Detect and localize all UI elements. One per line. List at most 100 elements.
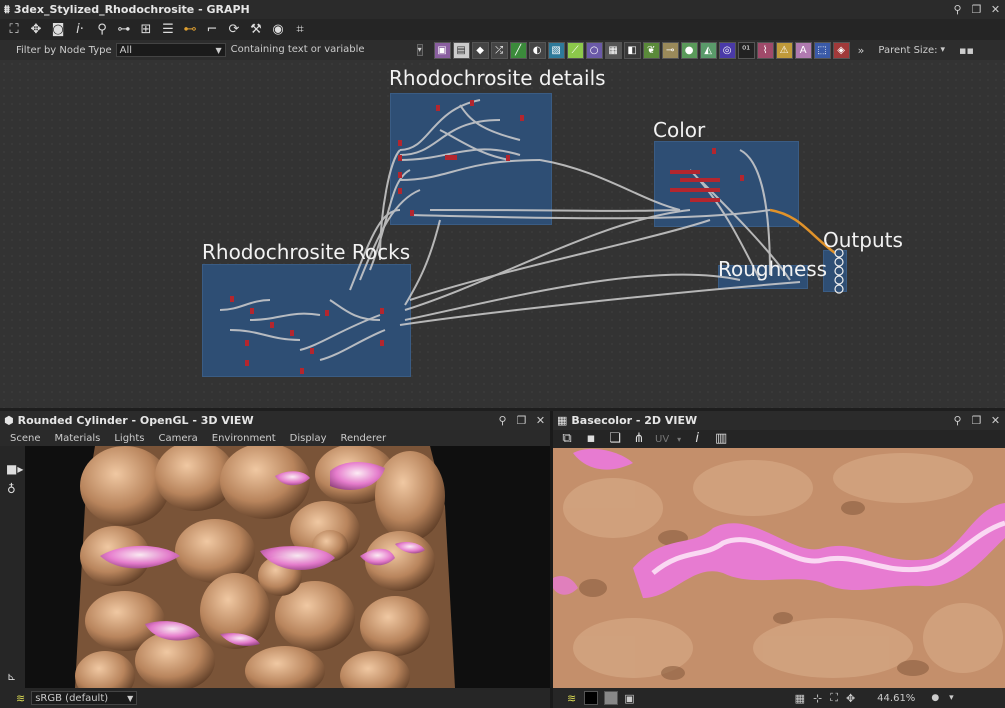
frame-title-roughness[interactable]: Roughness — [718, 257, 827, 281]
histogram-icon[interactable]: ◭ — [699, 41, 717, 59]
fill-icon[interactable]: ◈ — [832, 41, 850, 59]
tile-icon[interactable]: ⌇ — [756, 41, 774, 59]
view2d-titlebar: ▦ Basecolor - 2D VIEW ⚲ ❐ ✕ — [553, 411, 1005, 430]
cube-icon[interactable]: ◧ — [623, 41, 641, 59]
settings-icon[interactable]: ● — [931, 693, 939, 703]
colorspace-dropdown[interactable]: sRGB (default) ▼ — [31, 691, 138, 705]
close-icon[interactable]: ✕ — [990, 415, 1001, 426]
close-icon[interactable]: ✕ — [535, 415, 546, 426]
levels-icon[interactable]: ▧ — [547, 41, 565, 59]
frame-title-details[interactable]: Rhodochrosite details — [389, 66, 606, 90]
maximize-icon[interactable]: ❐ — [971, 4, 982, 15]
menu-lights[interactable]: Lights — [114, 433, 144, 444]
pan-icon[interactable]: ✥ — [28, 22, 44, 38]
fit-view-icon[interactable]: ⛶ — [830, 691, 838, 705]
svg-icon[interactable]: ▤ — [452, 41, 470, 59]
link-icon[interactable]: ⊶ — [116, 22, 132, 38]
graph-toolbar: ⛶ ✥ ◙ i· ⚲ ⊶ ⊞ ☰ ⊷ ⌐ ⟳ ⚒ ◉ ⌗ — [0, 19, 1005, 40]
close-icon[interactable]: ✕ — [990, 4, 1001, 15]
filter-label: Filter by Node Type — [16, 44, 112, 56]
parent-size-label: Parent Size: — [878, 44, 938, 56]
grid-icon[interactable]: ▦ — [795, 692, 805, 705]
menu-display[interactable]: Display — [290, 433, 327, 444]
crop-icon[interactable]: ⌗ — [292, 22, 308, 38]
pin-icon[interactable]: ⚲ — [497, 415, 508, 426]
chevron-down-icon[interactable]: ▾ — [416, 44, 423, 56]
warning-icon[interactable]: ⚠ — [775, 41, 793, 59]
pan-icon[interactable]: ✥ — [846, 692, 855, 705]
menu-camera[interactable]: Camera — [159, 433, 198, 444]
viewport-2d[interactable] — [553, 448, 1005, 688]
layout-icon[interactable]: ▪▪ — [959, 44, 974, 57]
menu-renderer[interactable]: Renderer — [341, 433, 387, 444]
pixel-ratio-icon[interactable]: ⊹ — [813, 692, 822, 705]
binary-icon[interactable]: ⁰¹ — [737, 41, 755, 59]
histogram-icon[interactable]: ▥ — [713, 431, 729, 447]
chevron-down-icon: ▼ — [215, 46, 222, 55]
menu-materials[interactable]: Materials — [55, 433, 101, 444]
warp-icon[interactable]: ❦ — [642, 41, 660, 59]
graph-title: 3dex_Stylized_Rhodochrosite - GRAPH — [13, 3, 250, 16]
pin-icon[interactable]: ⚲ — [952, 4, 963, 15]
curve-icon[interactable]: ╱ — [509, 41, 527, 59]
chevron-down-icon[interactable]: ▾ — [949, 693, 954, 703]
gradient-icon[interactable]: ⟋ — [566, 41, 584, 59]
viewport-3d[interactable] — [25, 446, 550, 688]
frame-title-color[interactable]: Color — [653, 118, 705, 142]
maximize-icon[interactable]: ❐ — [516, 415, 527, 426]
refresh-icon[interactable]: ⟳ — [226, 22, 242, 38]
axis-icon[interactable]: ⊾ — [7, 670, 16, 683]
chevron-down-icon[interactable]: ▾ — [940, 45, 945, 55]
route-icon[interactable]: ⌐ — [204, 22, 220, 38]
video-camera-icon[interactable]: ■▸ — [6, 462, 23, 476]
sphere-icon[interactable]: ● — [680, 41, 698, 59]
search-icon[interactable]: ⚲ — [94, 22, 110, 38]
search-input[interactable]: Containing text or variable ▾ — [227, 43, 426, 57]
info-icon[interactable]: i· — [72, 22, 88, 38]
duplicate-icon[interactable]: ❏ — [607, 431, 623, 447]
image-icon: ▦ — [557, 414, 568, 427]
circle-icon[interactable]: ○ — [585, 41, 603, 59]
pin-icon[interactable]: ⚲ — [952, 415, 963, 426]
hue-icon[interactable]: ◎ — [718, 41, 736, 59]
bitmap-icon[interactable]: ▣ — [433, 41, 451, 59]
blend-icon[interactable]: ◐ — [528, 41, 546, 59]
info-icon[interactable]: i — [689, 431, 705, 447]
transform-icon[interactable]: ⬚ — [813, 41, 831, 59]
snapshot-icon[interactable]: ◉ — [270, 22, 286, 38]
chevron-down-icon[interactable]: ▾ — [677, 435, 681, 444]
channels-icon[interactable]: ▣ — [624, 692, 634, 705]
frame-title-rocks[interactable]: Rhodochrosite Rocks — [202, 240, 410, 264]
uv-toggle[interactable]: UV — [655, 434, 669, 445]
layers-icon[interactable]: ≋ — [16, 692, 25, 705]
shuffle-icon[interactable]: ⤮ — [490, 41, 508, 59]
text-icon[interactable]: A — [794, 41, 812, 59]
zoom-level[interactable]: 44.61% — [877, 693, 915, 704]
layers-icon[interactable]: ≋ — [567, 692, 576, 705]
connect-icon[interactable]: ⊷ — [182, 22, 198, 38]
list-icon[interactable]: ☰ — [160, 22, 176, 38]
node-icon[interactable]: ⊸ — [661, 41, 679, 59]
share-icon[interactable]: ⋔ — [631, 431, 647, 447]
copy-view-icon[interactable]: ⧉ — [559, 431, 575, 447]
grid-icon[interactable]: ▦ — [604, 41, 622, 59]
menu-environment[interactable]: Environment — [212, 433, 276, 444]
wrench-icon[interactable]: ⚒ — [248, 22, 264, 38]
grey-background-swatch[interactable] — [604, 691, 619, 705]
graph-panel-icon: ⩩ — [4, 2, 10, 16]
view3d-side-toolbar: ■▸ ♁ ⊾ — [0, 446, 25, 688]
rock-cylinder-render — [75, 446, 455, 688]
align-icon[interactable]: ⊞ — [138, 22, 154, 38]
save-icon[interactable]: ▪ — [583, 431, 599, 447]
menu-scene[interactable]: Scene — [10, 433, 41, 444]
frame-title-outputs[interactable]: Outputs — [823, 228, 903, 252]
frame-all-icon[interactable]: ⛶ — [6, 22, 22, 38]
more-icon[interactable]: » — [858, 44, 865, 57]
graph-canvas[interactable]: Rhodochrosite details Color Rhodochrosit… — [0, 60, 1005, 408]
camera-icon[interactable]: ◙ — [50, 22, 66, 38]
black-background-swatch[interactable] — [584, 691, 599, 705]
drop-icon[interactable]: ◆ — [471, 41, 489, 59]
light-bulb-icon[interactable]: ♁ — [7, 482, 16, 496]
node-type-dropdown[interactable]: All ▼ — [115, 43, 226, 57]
maximize-icon[interactable]: ❐ — [971, 415, 982, 426]
